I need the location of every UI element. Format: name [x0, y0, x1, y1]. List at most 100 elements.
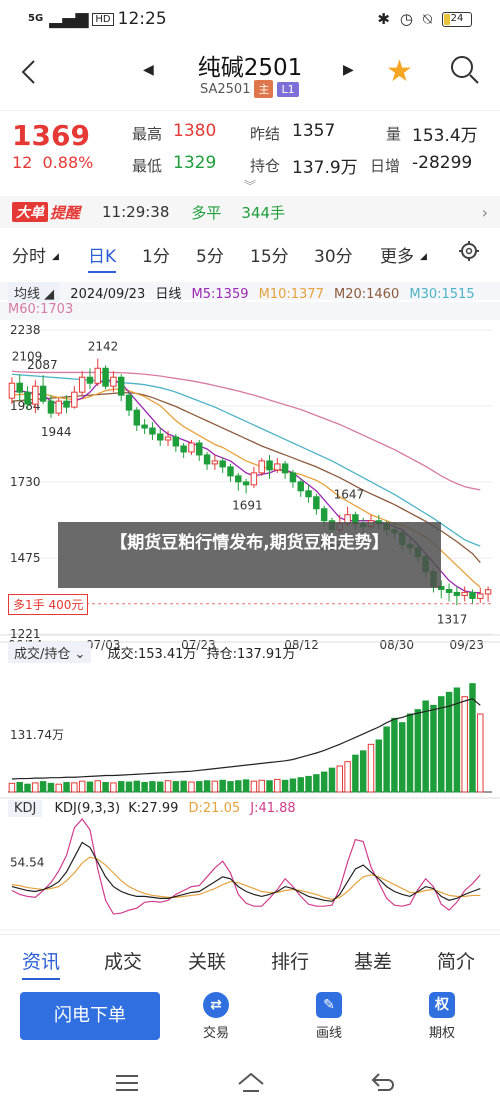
volume-bar — [274, 778, 281, 793]
caret-icon: ◢ — [420, 252, 427, 262]
tab-ranking[interactable]: 排行 — [271, 947, 309, 974]
candle-body — [469, 591, 476, 599]
candle-body — [63, 400, 70, 408]
tab-more[interactable]: 更多 — [380, 242, 414, 267]
volume-bar — [227, 781, 234, 793]
candle-body — [164, 436, 172, 441]
volume-bar — [63, 781, 70, 793]
contract-name: 纯碱2501 — [197, 55, 303, 81]
home-nav-button[interactable] — [237, 1072, 264, 1094]
volume-bar — [242, 779, 250, 793]
tab-trades[interactable]: 成交 — [104, 947, 142, 974]
option-button[interactable]: 权 期权 — [412, 992, 472, 1041]
candle-body — [320, 508, 328, 522]
volume-bar — [211, 780, 219, 793]
action-bar: 闪电下单 ⇄ 交易 ✎ 画线 权 期权 — [0, 982, 500, 1058]
tab-1min[interactable]: 1分 — [142, 242, 170, 267]
volume-bar — [367, 743, 375, 793]
big-order-alert[interactable]: 大单 提醒 11:29:38 多平 344手 › — [0, 196, 500, 228]
volume-bar — [32, 782, 39, 793]
volume-bar — [305, 775, 312, 793]
d-value: D:21.05 — [188, 801, 241, 816]
indicator-selector[interactable]: KDJ — [8, 800, 43, 817]
candle-body — [172, 436, 180, 447]
ma60-value: M60:1703 — [8, 302, 74, 317]
volume-bar — [172, 781, 180, 793]
overlay-banner: 【期货豆粕行情发布,期货豆粕走势】 — [58, 522, 441, 588]
menu-icon — [116, 1075, 138, 1091]
volume-bar — [375, 739, 383, 793]
volume-bar — [141, 781, 148, 793]
volume-selector[interactable]: 成交/持仓 ⌄ — [8, 642, 92, 663]
back-nav-button[interactable] — [370, 1072, 396, 1094]
volume-bar — [266, 780, 273, 793]
volume-bar — [71, 782, 78, 793]
flash-order-button[interactable]: 闪电下单 — [20, 992, 160, 1040]
candle-body — [281, 463, 289, 474]
candle-body — [250, 472, 258, 486]
ma-selector[interactable]: 均线 ◢ — [8, 282, 61, 303]
tab-30min[interactable]: 30分 — [314, 242, 353, 267]
tab-15min[interactable]: 15分 — [250, 242, 289, 267]
oi-change-label: 日增 — [370, 157, 401, 175]
search-button[interactable] — [449, 54, 481, 86]
quote-panel: 1369 12 0.88% 最高 1380 最低 1329 昨结 1357 持仓… — [0, 110, 500, 196]
price-annotation: 1647 — [334, 488, 365, 502]
alert-type: 多平 — [191, 203, 222, 222]
volume-bar — [117, 781, 125, 793]
caret-icon: ◢ — [52, 252, 59, 262]
volume-bar — [196, 781, 203, 793]
open-interest-label: 持仓 — [250, 157, 281, 175]
tab-news[interactable]: 资讯 — [22, 947, 61, 980]
next-contract-button[interactable]: ▶ — [343, 62, 354, 78]
candle-body — [266, 460, 273, 471]
return-icon — [371, 1073, 394, 1091]
tab-5min[interactable]: 5分 — [196, 242, 224, 267]
menu-nav-button[interactable] — [114, 1072, 140, 1094]
ma-legend: 均线 ◢ 2024/09/23 日线 M5:1359 M10:1377 M20:… — [0, 282, 500, 303]
system-nav-bar — [0, 1060, 500, 1111]
candle-body — [274, 463, 281, 471]
ma20-value: M20:1460 — [334, 287, 400, 302]
volume-bar — [258, 779, 265, 793]
volume-bar — [289, 778, 297, 793]
low-value: 1329 — [173, 153, 217, 173]
price-annotation: 2142 — [88, 340, 119, 354]
candle-body — [110, 376, 117, 387]
volume-bar — [203, 780, 211, 793]
expand-chevron-icon[interactable]: ︾ — [244, 177, 256, 194]
tab-profile[interactable]: 简介 — [437, 947, 475, 974]
kdj-legend: KDJ KDJ(9,3,3) K:27.99 D:21.05 J:41.88 — [0, 800, 500, 820]
candle-body — [211, 460, 219, 465]
volume-bar — [39, 781, 47, 793]
favorite-star-icon[interactable]: ★ — [386, 54, 413, 89]
candle-body — [117, 376, 125, 396]
kline-chart[interactable]: 2238198417301475122121422109208719441691… — [0, 318, 500, 958]
tab-basis[interactable]: 基差 — [354, 947, 392, 974]
volume-bar — [414, 709, 422, 793]
alarm-icon: ◷ — [399, 10, 413, 28]
alert-tag-text: 提醒 — [50, 203, 81, 222]
high-label: 最高 — [132, 125, 163, 143]
volume-label: 量 — [386, 125, 402, 143]
price-annotation: 1691 — [232, 499, 263, 513]
draw-line-button[interactable]: ✎ 画线 — [299, 992, 359, 1041]
tab-timeshare[interactable]: 分时 — [12, 242, 46, 267]
position-tag[interactable]: 多1手 400元 — [8, 594, 89, 615]
main-contract-tag: 主 — [254, 80, 274, 98]
k-value: K:27.99 — [128, 801, 179, 816]
bluetooth-icon: ✱ — [377, 10, 390, 28]
trade-button[interactable]: ⇄ 交易 — [186, 992, 246, 1041]
volume-bar — [297, 777, 304, 793]
oi-value: 持仓:137.91万 — [206, 647, 296, 662]
battery-icon: 24 — [442, 11, 472, 27]
tab-daily-k[interactable]: 日K — [88, 242, 117, 273]
option-icon: 权 — [429, 992, 455, 1018]
status-bar: 5G ▂▄▆ HD 12:25 ✱ ◷ ⍉ 24 — [0, 0, 500, 38]
chart-settings-button[interactable] — [458, 240, 480, 262]
volume-bar — [391, 717, 398, 793]
candle-body — [133, 409, 141, 426]
tab-related[interactable]: 关联 — [188, 947, 226, 974]
candle-body — [71, 391, 78, 408]
volume-bar — [344, 761, 351, 793]
